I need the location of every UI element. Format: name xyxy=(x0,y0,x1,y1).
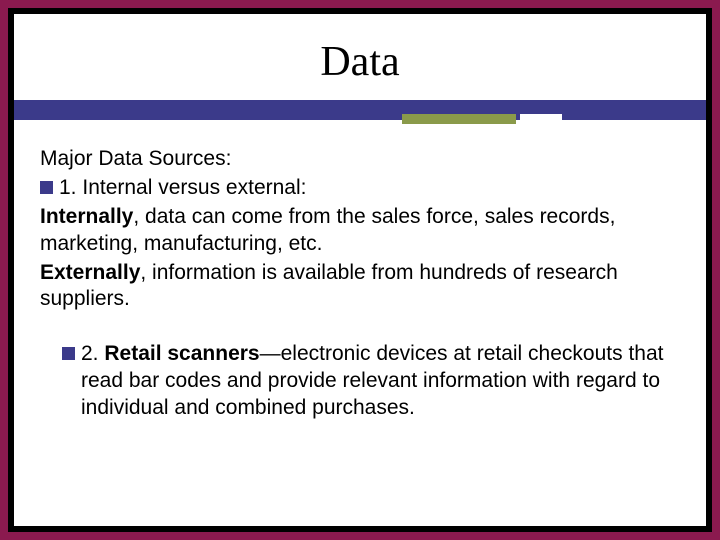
bullet-item-2-text: 2. Retail scanners—electronic devices at… xyxy=(81,341,680,422)
header-bar xyxy=(14,98,706,130)
externally-paragraph: Externally, information is available fro… xyxy=(40,260,680,314)
internally-bold: Internally xyxy=(40,205,133,228)
spacer xyxy=(40,315,680,341)
bullet-item-1-num: 1. xyxy=(59,176,77,199)
slide-outer-frame: Data Major Data Sources: 1. Internal ver… xyxy=(0,0,720,540)
header-bar-accent-white xyxy=(520,114,562,124)
slide: Data Major Data Sources: 1. Internal ver… xyxy=(14,14,706,526)
slide-title: Data xyxy=(14,38,706,86)
slide-header: Data xyxy=(14,14,706,132)
bullet-item-2-num: 2. xyxy=(81,342,99,365)
bullet-item-1-label: Internal versus external: xyxy=(82,176,306,199)
bullet-item-1: 1. Internal versus external: xyxy=(40,175,680,202)
header-bar-accent-olive xyxy=(402,114,516,124)
internally-paragraph: Internally, data can come from the sales… xyxy=(40,204,680,258)
square-bullet-icon xyxy=(62,347,75,360)
header-bar-main xyxy=(14,100,706,120)
bullet-item-1-text: 1. Internal versus external: xyxy=(59,175,680,202)
slide-inner-frame: Data Major Data Sources: 1. Internal ver… xyxy=(8,8,712,532)
slide-body: Major Data Sources: 1. Internal versus e… xyxy=(14,132,706,422)
square-bullet-icon xyxy=(40,181,53,194)
bullet-item-2-bold: Retail scanners xyxy=(104,342,259,365)
bullet-item-2: 2. Retail scanners—electronic devices at… xyxy=(62,341,680,422)
body-heading: Major Data Sources: xyxy=(40,146,680,173)
externally-bold: Externally xyxy=(40,261,140,284)
